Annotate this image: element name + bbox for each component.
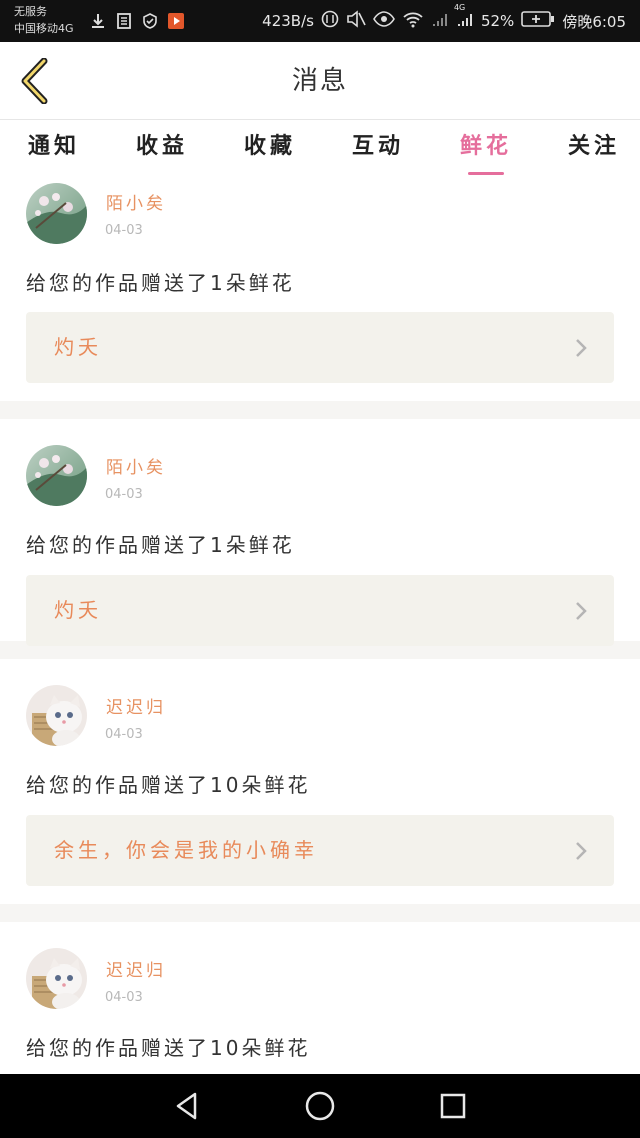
vpn-icon xyxy=(140,11,160,31)
carrier-line2: 中国移动4G xyxy=(14,22,74,35)
notification-card: 迟迟归 04-03 给您的作品赠送了10朵鲜花 xyxy=(0,922,640,1074)
status-icons-right: 423B/s 4G 52% 傍晚6:05 xyxy=(262,0,626,42)
signal-icon-2: 4G xyxy=(454,3,474,32)
notification-message: 给您的作品赠送了10朵鲜花 xyxy=(26,1036,311,1060)
tab-interactions[interactable]: 互动 xyxy=(346,121,410,179)
chevron-right-icon xyxy=(576,339,587,357)
video-app-icon xyxy=(166,11,186,31)
avatar[interactable] xyxy=(26,445,87,506)
eye-icon xyxy=(373,10,395,32)
system-nav-bar xyxy=(0,1074,640,1138)
work-title: 灼夭 xyxy=(54,598,102,622)
avatar[interactable] xyxy=(26,685,87,746)
timestamp: 04-03 xyxy=(105,487,143,502)
carrier-info: 无服务 中国移动4G xyxy=(14,3,74,37)
work-link[interactable]: 灼夭 xyxy=(26,575,614,646)
timestamp: 04-03 xyxy=(105,223,143,238)
recents-square-icon xyxy=(441,1093,466,1119)
network-label: 4G xyxy=(453,3,466,12)
notification-card: 陌小矣 04-03 给您的作品赠送了1朵鲜花 灼夭 xyxy=(0,179,640,401)
timestamp: 04-03 xyxy=(105,727,143,742)
tab-notice[interactable]: 通知 xyxy=(22,121,86,179)
work-title: 余生，你会是我的小确幸 xyxy=(54,838,318,862)
username[interactable]: 迟迟归 xyxy=(106,693,166,718)
nav-back-button[interactable] xyxy=(157,1076,217,1136)
tab-bar: 通知 收益 收藏 互动 鲜花 关注 xyxy=(0,121,640,179)
sim-icon xyxy=(114,11,134,31)
carrier-line1: 无服务 xyxy=(14,5,47,18)
status-icons-left xyxy=(88,11,186,31)
data-icon xyxy=(321,10,339,32)
chevron-right-icon xyxy=(576,842,587,860)
wifi-icon xyxy=(402,10,424,32)
notification-card: 陌小矣 04-03 给您的作品赠送了1朵鲜花 灼夭 xyxy=(0,419,640,646)
notification-message: 给您的作品赠送了1朵鲜花 xyxy=(26,533,295,557)
tab-follows[interactable]: 关注 xyxy=(562,121,626,179)
status-bar: 无服务 中国移动4G 423B/s 4G 52% 傍晚6:05 xyxy=(0,0,640,42)
work-link[interactable]: 余生，你会是我的小确幸 xyxy=(26,815,614,886)
home-circle-icon xyxy=(305,1091,335,1121)
download-icon xyxy=(88,11,108,31)
nav-recents-button[interactable] xyxy=(423,1076,483,1136)
timestamp: 04-03 xyxy=(105,990,143,1005)
work-link[interactable]: 灼夭 xyxy=(26,312,614,383)
username[interactable]: 陌小矣 xyxy=(106,189,166,214)
notification-feed[interactable]: 陌小矣 04-03 给您的作品赠送了1朵鲜花 灼夭 陌小矣 04-03 给您的作… xyxy=(0,179,640,1074)
page-title: 消息 xyxy=(291,66,348,96)
signal-icon-1 xyxy=(431,10,449,32)
notification-message: 给您的作品赠送了10朵鲜花 xyxy=(26,773,311,797)
mute-icon xyxy=(346,10,366,32)
username[interactable]: 迟迟归 xyxy=(106,956,166,981)
clock: 傍晚6:05 xyxy=(562,12,626,31)
notification-card: 迟迟归 04-03 给您的作品赠送了10朵鲜花 余生，你会是我的小确幸 xyxy=(0,659,640,904)
notification-message: 给您的作品赠送了1朵鲜花 xyxy=(26,271,295,295)
avatar[interactable] xyxy=(26,948,87,1009)
battery-icon xyxy=(521,10,555,32)
tab-flowers[interactable]: 鲜花 xyxy=(454,121,518,179)
chevron-right-icon xyxy=(576,602,587,620)
net-speed: 423B/s xyxy=(262,12,314,30)
back-triangle-icon xyxy=(176,1092,196,1120)
battery-percent: 52% xyxy=(480,12,515,30)
work-title: 灼夭 xyxy=(54,335,102,359)
nav-home-button[interactable] xyxy=(290,1076,350,1136)
username[interactable]: 陌小矣 xyxy=(106,453,166,478)
avatar[interactable] xyxy=(26,183,87,244)
tab-favorites[interactable]: 收藏 xyxy=(238,121,302,179)
header-bar: 消息 xyxy=(0,42,640,120)
tab-earnings[interactable]: 收益 xyxy=(130,121,194,179)
